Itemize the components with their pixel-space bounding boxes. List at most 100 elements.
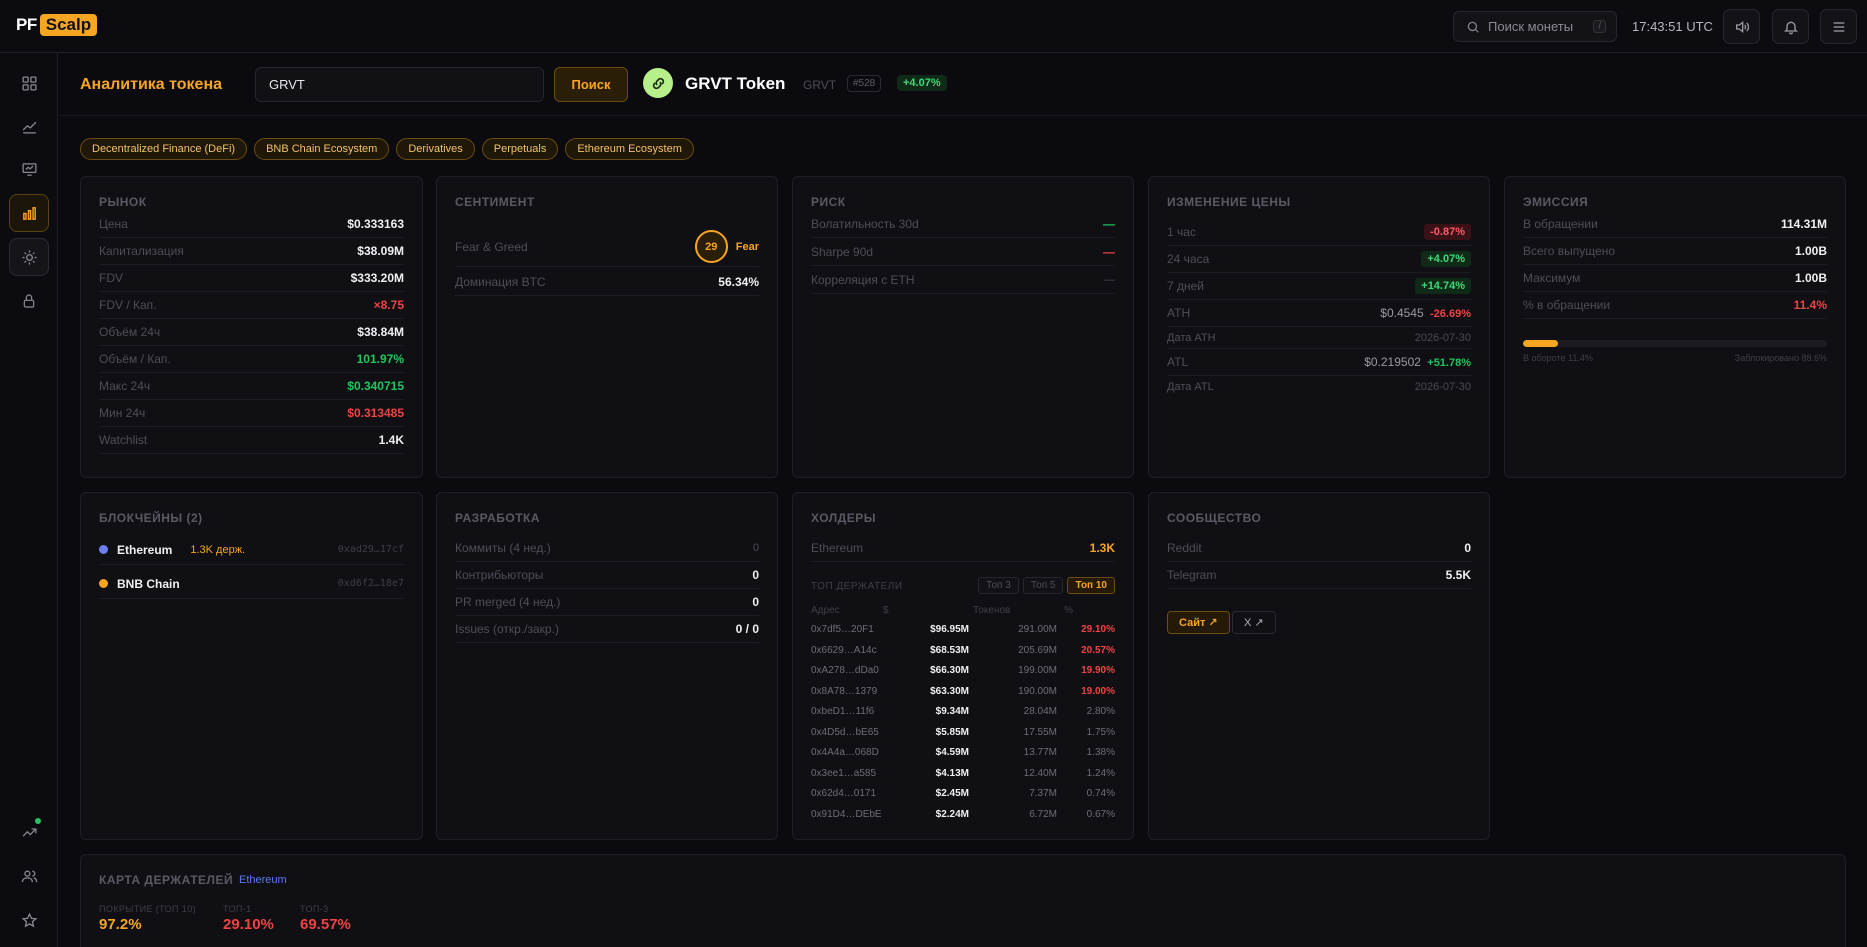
market-row-label: Капитализация [99,244,184,258]
x-link-button[interactable]: X ↗ [1232,611,1276,634]
notifications-button[interactable] [1772,9,1809,44]
website-link-button[interactable]: Сайт ↗ [1167,611,1230,634]
holders-chain-value: 1.3K [1089,541,1115,555]
ath-date-label: Дата ATH [1167,331,1216,344]
holder-usd: $68.53M [930,644,969,656]
coin-search[interactable]: Поиск монеты / [1453,11,1617,42]
category-tag[interactable]: Perpetuals [481,138,559,160]
market-row: FDV / Кап. ×8.75 [99,292,404,319]
lock-icon [23,294,35,308]
chain-address[interactable]: 0xad29…17cf [338,544,404,555]
holder-address: 0x91D4…DEbE [811,808,882,820]
token-rank: #528 [847,75,882,92]
risk-card: РИСК Волатильность 30d — Sharpe 90d — Коррел… [792,176,1134,478]
market-row-value: 101.97% [356,352,404,366]
sidebar-item-charts[interactable] [9,107,49,145]
table-row[interactable]: 0x91D4…DEbE $2.24M 6.72M 0.67% [811,809,1115,829]
stat-label: ПОКРЫТИЕ (ТОП 10) [99,904,197,914]
fear-greed-label: Fear & Greed [455,239,528,254]
dev-row-label: Issues (откр./закр.) [455,622,559,636]
coverage-stat: ПОКРЫТИЕ (ТОП 10) 97.2% [99,904,196,933]
sidebar-item-trending[interactable] [9,813,49,851]
sidebar-item-screener[interactable] [9,150,49,188]
holder-address: 0x8A78…1379 [811,685,878,697]
holder-address: 0x4D5d…bE65 [811,726,879,738]
tab-top-3[interactable]: Топ 3 [978,577,1019,594]
stat-value: 69.57% [300,916,351,933]
table-row[interactable]: 0x4D5d…bE65 $5.85M 17.55M 1.75% [811,727,1115,747]
token-name: GRVT Token [685,74,786,93]
category-tag[interactable]: Decentralized Finance (DeFi) [80,138,248,160]
app-logo[interactable]: PF Scalp [16,14,98,36]
table-row[interactable]: 0x4A4a…068D $4.59M 13.77M 1.38% [811,747,1115,767]
risk-row-value: — [1103,217,1115,231]
category-tag[interactable]: Ethereum Ecosystem [565,138,694,160]
change-24h-label: 24 часа [1167,252,1210,266]
emission-card: ЭМИССИЯ В обращении 114.31M Всего выпущено… [1504,176,1846,478]
category-tag[interactable]: Derivatives [396,138,475,160]
sidebar-item-token-analytics[interactable] [9,194,49,232]
holder-percent: 1.24% [1086,767,1115,779]
holder-tokens: 28.04M [1023,706,1057,717]
market-card: РЫНОК Цена $0.333163 Капитализация $38.09M F… [80,176,423,478]
top3-stat: ТОП-3 69.57% [300,904,351,933]
atl-date-label: Дата ATL [1167,381,1214,393]
chain-name: BNB Chain [117,576,180,591]
emission-row-value: 11.4% [1793,298,1827,312]
holder-usd: $63.30M [930,685,969,697]
sidebar-item-favorites[interactable] [9,901,49,939]
bar-chart-icon [22,206,36,220]
table-row[interactable]: 0xA278…dDa0 $66.30M 199.00M 19.90% [811,665,1115,685]
table-row[interactable]: 0x7df5…20F1 $96.95M 291.00M 29.10% [811,624,1115,644]
holder-address: 0x7df5…20F1 [811,624,874,635]
dev-row-label: PR merged (4 нед.) [455,595,561,609]
holder-percent: 1.38% [1086,747,1115,758]
sidebar-item-locked[interactable] [9,282,49,320]
chain-address[interactable]: 0xd6f2…18e7 [338,578,404,589]
change-7d-value: +14.74% [1415,278,1471,294]
market-row-label: FDV / Кап. [99,298,157,312]
sidebar-item-dashboard[interactable] [9,64,49,102]
card-title: СЕНТИМЕНТ [455,195,535,209]
card-title: СООБЩЕСТВО [1167,511,1262,525]
table-row[interactable]: 0x8A78…1379 $63.30M 190.00M 19.00% [811,686,1115,706]
sidebar-item-users[interactable] [9,857,49,895]
holder-percent: 0.74% [1086,788,1115,799]
token-symbol: GRVT [803,78,837,92]
search-button[interactable]: Поиск [554,67,628,102]
table-row[interactable]: 0xbeD1…11f6 $9.34M 28.04M 2.80% [811,706,1115,726]
sidebar-item-network[interactable] [9,238,49,276]
category-tag[interactable]: BNB Chain Ecosystem [254,138,390,160]
holder-address: 0xbeD1…11f6 [811,706,875,717]
holder-usd: $66.30M [930,665,969,676]
sound-button[interactable] [1723,9,1760,44]
col-usd: $ [883,605,889,616]
market-row-label: Цена [99,217,128,231]
ath-date-row: Дата ATH 2026-07-30 [1167,327,1471,349]
table-row[interactable]: 0x62d4…0171 $2.45M 7.37M 0.74% [811,788,1115,808]
dev-row-value: 0 [752,595,759,609]
fear-greed-text: Fear [735,240,759,253]
community-row-label: Reddit [1167,541,1202,555]
holders-card: ХОЛДЕРЫ Ethereum 1.3K ТОП ДЕРЖАТЕЛИ Топ … [792,492,1134,840]
menu-button[interactable] [1820,9,1857,44]
table-row[interactable]: 0x3ee1…a585 $4.13M 12.40M 1.24% [811,768,1115,788]
logo-pf: PF [16,15,37,34]
market-row: Цена $0.333163 [99,211,404,238]
holder-map-chain[interactable]: Ethereum [239,874,287,886]
chain-item-ethereum[interactable]: Ethereum 1.3K держ. 0xad29…17cf [99,535,404,565]
token-input[interactable] [255,67,544,102]
token-change-badge: +4.07% [897,75,947,91]
circulation-progress [1523,340,1827,347]
market-row-label: Макс 24ч [99,379,151,393]
tab-top-5[interactable]: Топ 5 [1022,577,1064,594]
tab-top-10[interactable]: Топ 10 [1067,577,1115,594]
risk-row-label: Волатильность 30d [811,217,919,231]
chain-dot [99,579,108,588]
top-holders-tabs: Топ 3 Топ 5 Топ 10 [978,577,1115,594]
search-icon [1467,21,1479,33]
table-row[interactable]: 0x6629…A14c $68.53M 205.69M 20.57% [811,645,1115,665]
holder-percent: 20.57% [1081,644,1115,656]
chain-item-bnb[interactable]: BNB Chain 0xd6f2…18e7 [99,569,404,599]
card-title: ХОЛДЕРЫ [811,511,876,525]
